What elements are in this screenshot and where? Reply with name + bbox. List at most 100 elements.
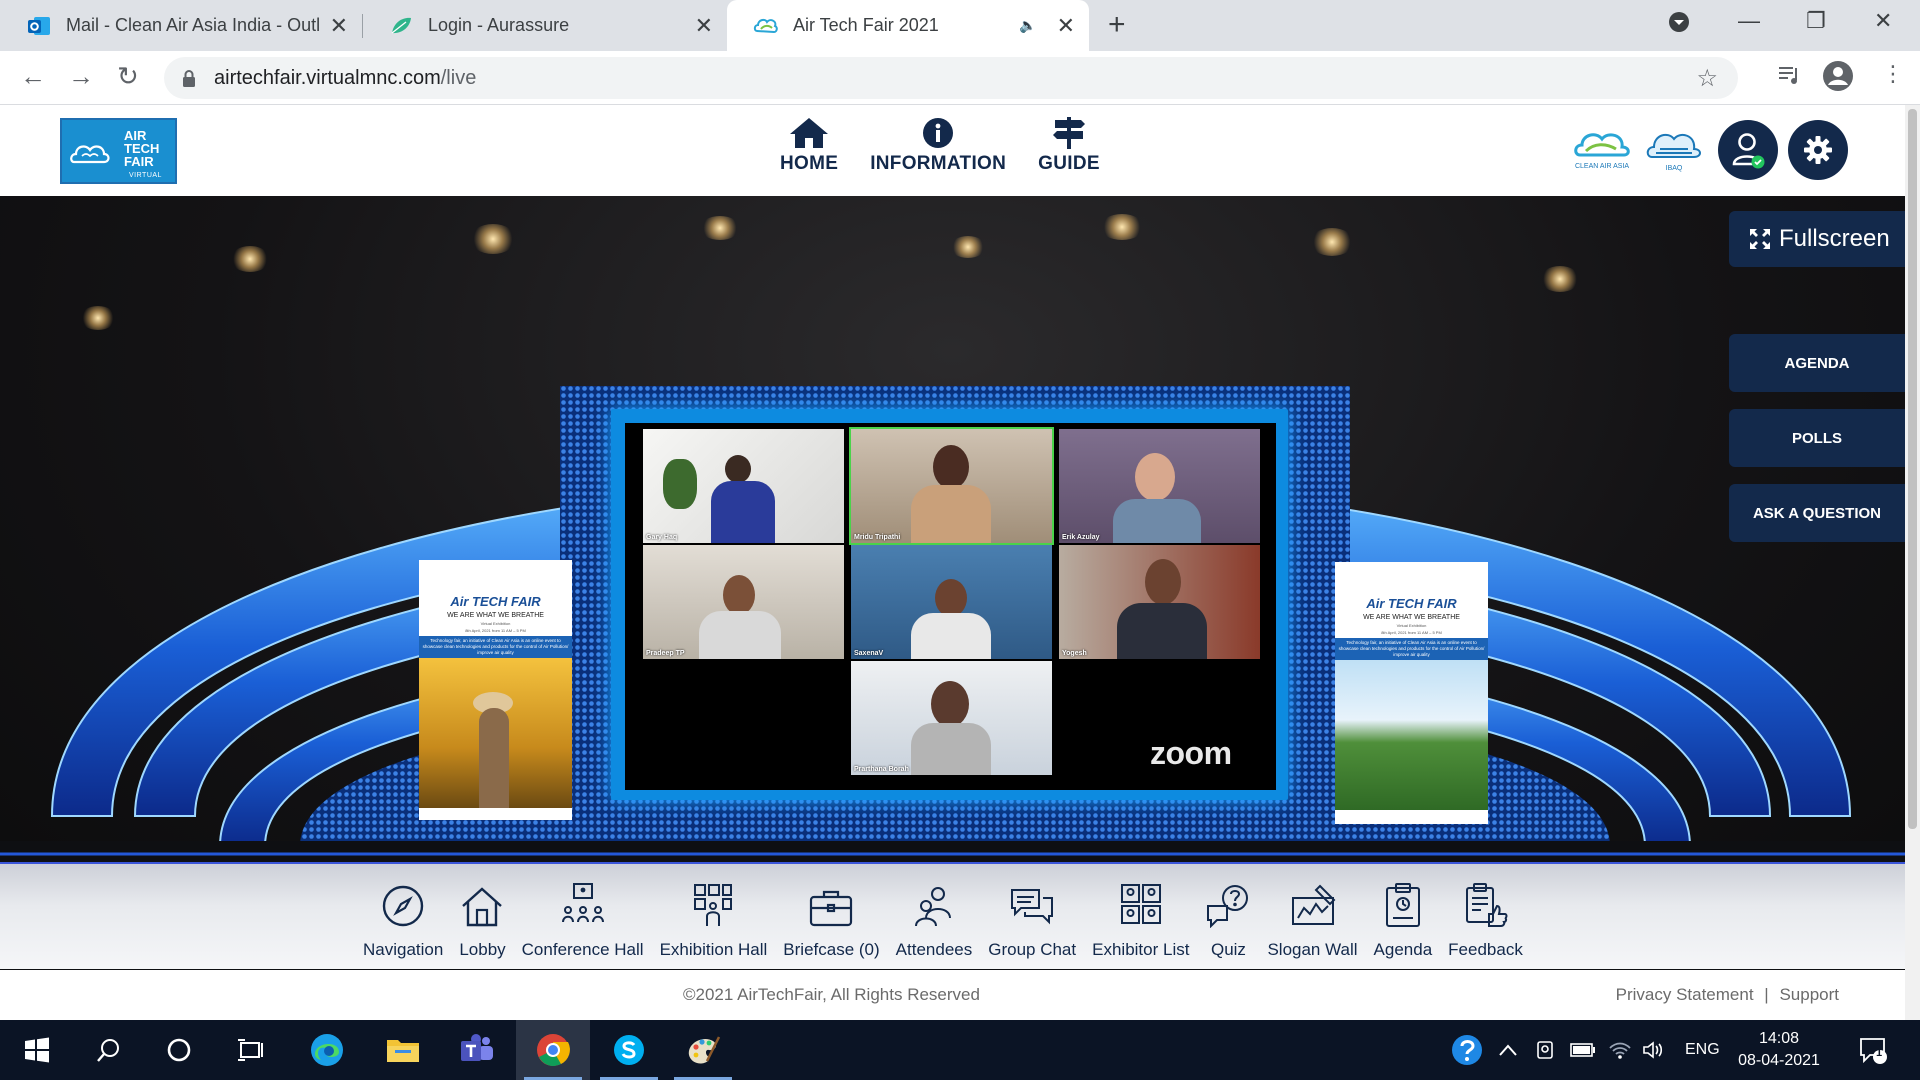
restore-icon[interactable]: ❐ [1806,8,1826,34]
home-icon [790,118,829,148]
bnav-label: Feedback [1448,940,1523,959]
minimize-icon[interactable]: — [1738,8,1760,34]
banner-blurb: Technology fair, an initiative of Clean … [1335,638,1488,660]
zoom-video-grid[interactable]: Gary Haq Mridu Tripathi Erik Azulay Prad… [625,423,1276,790]
banner-title: Air TECH FAIR [1366,596,1457,611]
file-explorer-icon [387,1040,419,1062]
close-tab-icon[interactable]: ✕ [695,13,713,39]
task-view-button[interactable] [214,1020,288,1080]
fullscreen-label: Fullscreen [1779,225,1890,252]
bnav-label: Exhibitor List [1092,940,1190,959]
copyright-text: ©2021 AirTechFair, All Rights Reserved [683,985,980,1004]
tab-aurassure[interactable]: Login - Aurassure ✕ [362,0,727,51]
cloud-birds-icon [70,145,110,164]
close-tab-icon[interactable]: ✕ [1057,13,1075,39]
bnav-conference-hall[interactable]: Conference Hall [514,880,652,960]
volume-icon[interactable] [1642,1020,1666,1080]
user-icon [1732,133,1765,169]
bnav-slogan-wall[interactable]: Slogan Wall [1259,880,1365,960]
left-event-banner: Air TECH FAIR WE ARE WHAT WE BREATHE Vir… [419,560,572,820]
bnav-exhibition-hall[interactable]: Exhibition Hall [652,880,776,960]
agenda-clipboard-icon [1385,883,1420,927]
taskbar-teams[interactable] [440,1020,514,1080]
polls-side-button[interactable]: POLLS [1729,409,1905,467]
video-tile: Erik Azulay [1059,429,1260,543]
slogan-wall-icon [1291,884,1335,925]
close-window-icon[interactable]: ✕ [1874,8,1892,34]
bnav-quiz[interactable]: Quiz [1197,880,1259,960]
expand-icon [1750,229,1770,249]
bnav-agenda[interactable]: Agenda [1366,880,1441,960]
search-button[interactable] [72,1020,146,1080]
airtechfair-logo[interactable]: AIR TECH FAIR VIRTUAL [60,118,177,184]
forest-landscape-image [1335,660,1488,810]
agenda-side-button[interactable]: AGENDA [1729,334,1905,392]
bnav-exhibitor-list[interactable]: Exhibitor List [1084,880,1197,960]
clean-air-asia-logo: CLEAN AIR ASIA [1570,127,1634,170]
exhibition-hall-icon [694,884,733,926]
start-button[interactable] [0,1020,74,1080]
tab-outlook[interactable]: Mail - Clean Air Asia India - Outlo ✕ [0,0,362,51]
aurassure-leaf-icon [391,17,411,34]
ask-question-side-button[interactable]: ASK A QUESTION [1729,484,1905,542]
logo-text: AIR TECH FAIR [124,129,159,168]
address-bar[interactable]: airtechfair.virtualmnc.com/live ☆ [164,57,1738,99]
taskbar-paint[interactable] [666,1020,740,1080]
back-icon[interactable]: ← [20,61,46,92]
nav-information[interactable]: INFORMATION [870,117,1006,175]
battery-icon[interactable] [1570,1020,1596,1080]
bookmark-star-icon[interactable]: ☆ [1696,64,1718,93]
right-event-banner: Air TECH FAIR WE ARE WHAT WE BREATHE Vir… [1335,562,1488,824]
bnav-briefcase[interactable]: Briefcase (0) [775,880,887,960]
settings-button[interactable] [1788,120,1848,180]
tab-search-icon[interactable] [1668,11,1690,39]
bnav-lobby[interactable]: Lobby [451,880,513,960]
help-tray-icon[interactable] [1450,1020,1484,1080]
airtechfair-cloud-icon [753,18,778,33]
forward-icon[interactable]: → [68,61,94,92]
bnav-label: Attendees [895,940,973,959]
bnav-group-chat[interactable]: Group Chat [980,880,1084,960]
nav-guide[interactable]: GUIDE [1038,117,1100,175]
nav-information-label: INFORMATION [870,153,1007,174]
support-link[interactable]: Support [1779,985,1839,1004]
scrollbar-thumb[interactable] [1908,109,1917,829]
privacy-statement-link[interactable]: Privacy Statement [1616,985,1754,1004]
reload-icon[interactable]: ↻ [117,61,139,92]
tab-title: Mail - Clean Air Asia India - Outlo [66,15,320,35]
cortana-circle-icon [167,1038,191,1062]
close-tab-icon[interactable]: ✕ [330,13,348,39]
tab-airtechfair[interactable]: Air Tech Fair 2021 🔈 ✕ [727,0,1089,51]
bnav-feedback[interactable]: Feedback [1440,880,1531,960]
gear-icon [1804,136,1832,164]
speaker-audio-icon[interactable]: 🔈 [1019,17,1036,34]
taskbar-edge[interactable] [290,1020,364,1080]
house-icon [462,887,503,927]
wifi-icon[interactable] [1608,1020,1632,1080]
user-profile-button[interactable] [1718,120,1778,180]
new-tab-button[interactable]: + [1108,8,1126,42]
media-queue-icon[interactable] [1776,62,1802,93]
show-hidden-icons-icon[interactable] [1498,1020,1518,1080]
notifications-button[interactable]: 1 [1858,1020,1888,1080]
browser-menu-icon[interactable]: ⋮ [1882,61,1904,87]
profile-avatar-icon[interactable] [1822,60,1854,97]
system-clock[interactable]: 14:08 08-04-2021 [1724,1028,1834,1072]
bnav-navigation[interactable]: Navigation [355,880,451,960]
participant-name: Mridu Tripathi [854,534,901,541]
taskbar-skype[interactable] [592,1020,666,1080]
cortana-button[interactable] [142,1020,216,1080]
tab-title: Air Tech Fair 2021 [793,15,939,35]
bnav-attendees[interactable]: Attendees [888,880,981,960]
taskbar-file-explorer[interactable] [366,1020,440,1080]
webcam-tray-icon[interactable] [1534,1020,1556,1080]
participant-name: SaxenaV [854,650,884,657]
nav-home[interactable]: HOME [780,117,838,175]
bnav-label: Slogan Wall [1267,940,1358,959]
page-scrollbar[interactable] [1905,105,1920,1020]
fullscreen-button[interactable]: Fullscreen [1729,211,1905,267]
bnav-label: Navigation [363,940,444,959]
language-indicator[interactable]: ENG [1685,1020,1720,1080]
taskbar-chrome[interactable] [516,1020,590,1080]
banner-title: Air TECH FAIR [450,594,541,609]
